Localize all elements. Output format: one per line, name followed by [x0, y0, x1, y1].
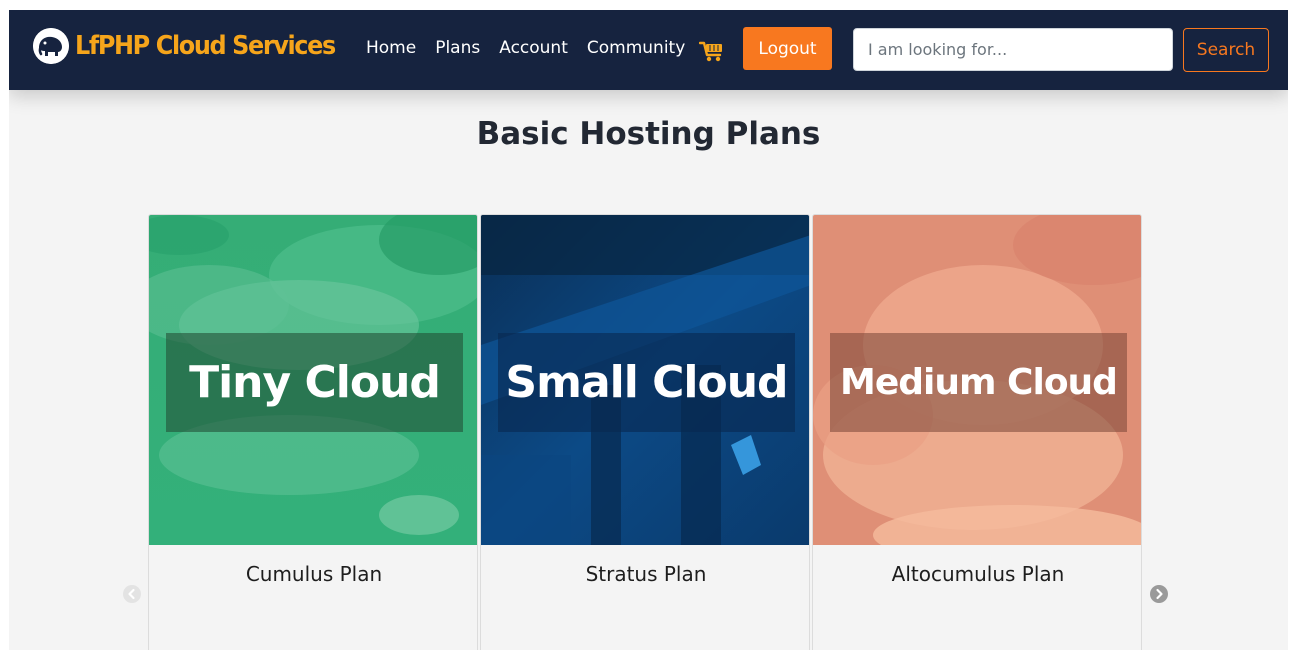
plan-image-label: Small Cloud — [498, 333, 795, 432]
plan-title[interactable]: Altocumulus Plan — [813, 562, 1141, 586]
brand-name: LfPHP Cloud Services — [75, 31, 336, 61]
nav-link-plans[interactable]: Plans — [435, 38, 480, 58]
plan-image-label: Medium Cloud — [830, 333, 1127, 432]
plan-card-cumulus[interactable]: Tiny Cloud Cumulus Plan — [148, 214, 478, 650]
page: LfPHP Cloud Services Home Plans Account … — [9, 10, 1288, 650]
logout-button[interactable]: Logout — [743, 27, 832, 70]
cart-icon[interactable] — [698, 40, 725, 62]
carousel-prev-button[interactable] — [123, 585, 141, 603]
plan-card-altocumulus[interactable]: Medium Cloud Altocumulus Plan — [812, 214, 1142, 650]
search-input[interactable] — [853, 28, 1173, 71]
nav-link-account[interactable]: Account — [499, 38, 568, 58]
chevron-right-icon — [1156, 588, 1163, 600]
brand[interactable]: LfPHP Cloud Services — [33, 28, 357, 64]
chevron-left-icon — [128, 588, 135, 600]
plan-title[interactable]: Cumulus Plan — [149, 562, 477, 586]
plan-image-label: Tiny Cloud — [166, 333, 463, 432]
carousel-next-button[interactable] — [1150, 585, 1168, 603]
page-title: Basic Hosting Plans — [476, 116, 821, 152]
plan-card-stratus[interactable]: Small Cloud Stratus Plan — [480, 214, 810, 650]
nav-links: Home Plans Account Community — [366, 38, 704, 58]
nav-link-community[interactable]: Community — [587, 38, 685, 58]
plan-image-small-cloud: Small Cloud — [481, 215, 809, 545]
plan-title[interactable]: Stratus Plan — [481, 562, 809, 586]
elephant-logo-icon — [33, 28, 69, 64]
search-button[interactable]: Search — [1183, 28, 1269, 72]
nav-link-home[interactable]: Home — [366, 38, 416, 58]
navbar: LfPHP Cloud Services Home Plans Account … — [9, 10, 1288, 90]
plan-image-medium-cloud: Medium Cloud — [813, 215, 1141, 545]
plan-image-tiny-cloud: Tiny Cloud — [149, 215, 477, 545]
